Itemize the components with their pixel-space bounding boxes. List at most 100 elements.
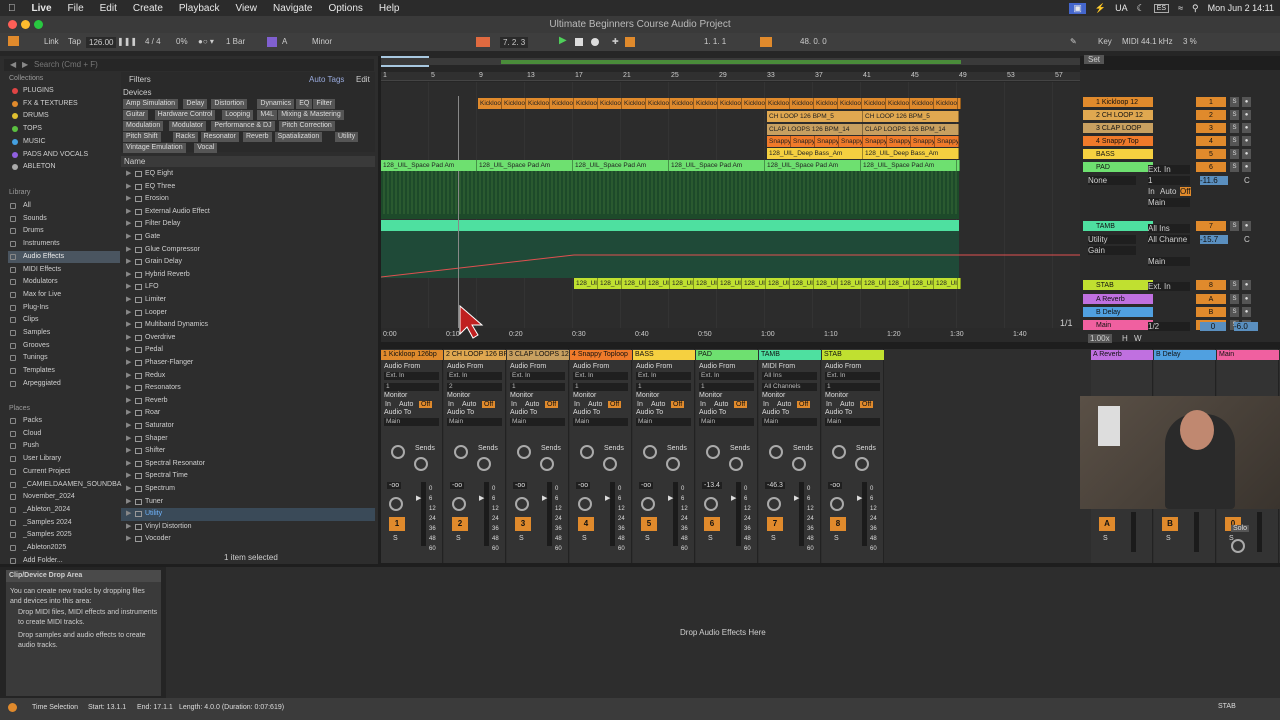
track-activator[interactable]: B — [1196, 307, 1226, 317]
tamb-channel-select[interactable]: All Channe — [1148, 235, 1190, 244]
back-icon[interactable]: ◀ — [10, 60, 16, 69]
places-item[interactable]: Cloud — [8, 428, 120, 440]
bass-clip[interactable]: 128_UIL_Deep Bass_Am — [863, 148, 959, 159]
nudge-icon[interactable]: ❚❚❚ — [117, 37, 137, 46]
pad-clip[interactable]: 128_UIL_Space Pad Am — [669, 160, 765, 171]
send-a-knob[interactable] — [643, 445, 657, 459]
monitor-in-button[interactable]: In — [448, 401, 454, 408]
tag-chip[interactable]: Spatialization — [274, 132, 323, 142]
monitor-off-button[interactable]: Off — [860, 401, 874, 408]
pad-channel-select[interactable]: 1 — [1148, 176, 1190, 185]
collection-item[interactable]: PLUGINS — [8, 85, 120, 97]
fader-handle[interactable]: ▶ — [668, 494, 673, 502]
track-activator[interactable]: A — [1196, 294, 1226, 304]
wifi-icon[interactable]: ≈ — [1178, 3, 1183, 13]
loop-toggle-icon[interactable] — [760, 37, 772, 47]
track-name[interactable]: PAD — [1083, 162, 1153, 172]
menu-help[interactable]: Help — [371, 3, 408, 14]
arm-button[interactable]: ● — [1242, 307, 1251, 317]
monitor-off-button[interactable]: Off — [419, 401, 433, 408]
kickloop-clip[interactable]: Kickloo — [790, 98, 814, 109]
tag-chip[interactable]: Dynamics — [257, 99, 295, 109]
toggle-w-button[interactable]: W — [1134, 334, 1142, 343]
menu-file[interactable]: File — [60, 3, 92, 14]
track-name[interactable]: B Delay — [1083, 307, 1153, 317]
arm-button[interactable]: ● — [1242, 294, 1251, 304]
snappy-clip[interactable]: Snappy Toploo — [863, 136, 887, 147]
library-item[interactable]: Plug-Ins — [8, 302, 120, 314]
solo-button[interactable]: S — [1230, 123, 1239, 133]
input-channel-select[interactable]: 2 — [447, 383, 502, 391]
stab-clip[interactable]: 128_UIL_Stab — [862, 278, 886, 289]
fader-handle[interactable]: ▶ — [731, 494, 736, 502]
monitor-in-button[interactable]: In — [826, 401, 832, 408]
menu-options[interactable]: Options — [320, 3, 370, 14]
send-a-knob[interactable] — [391, 445, 405, 459]
name-column-header[interactable]: Name — [121, 156, 375, 167]
solo-button[interactable]: S — [519, 535, 524, 542]
kickloop-clip[interactable]: Kickloo — [814, 98, 838, 109]
places-item[interactable]: _Ableton_2024 — [8, 504, 120, 516]
stab-clip[interactable]: 128_UIL_Stab — [694, 278, 718, 289]
device-list-item[interactable]: ▶ Saturator — [121, 420, 375, 433]
track-activator-button[interactable]: 2 — [452, 517, 468, 531]
kickloop-clip[interactable]: Kickloo — [694, 98, 718, 109]
input-channel-select[interactable]: 1 — [636, 383, 691, 391]
tamb-param-select[interactable]: Gain — [1088, 246, 1136, 255]
device-list-item[interactable]: ▶ Erosion — [121, 193, 375, 206]
stab-clip[interactable]: 128_UIL_Stab — [670, 278, 694, 289]
link-button[interactable]: Link — [44, 37, 59, 46]
expand-arrow-icon[interactable]: ▶ — [126, 281, 131, 294]
arm-button[interactable]: ● — [1242, 136, 1251, 146]
pan-knob[interactable] — [515, 497, 529, 511]
places-item[interactable]: _CAMIELDAAMEN_SOUNDBA — [8, 479, 121, 491]
overdub-icon[interactable]: ✚ — [612, 37, 619, 46]
time-signature-field[interactable]: 4 / 4 — [145, 37, 161, 46]
main-output-select[interactable]: 1/2 — [1148, 322, 1190, 331]
snappy-clip[interactable]: Snappy Toploo — [935, 136, 959, 147]
track-activator-button[interactable]: 3 — [515, 517, 531, 531]
monitor-in-button[interactable]: In — [574, 401, 580, 408]
track-activator-button[interactable]: 1 — [389, 517, 405, 531]
tag-chip[interactable]: Amp Simulation — [123, 99, 179, 109]
library-item[interactable]: Instruments — [8, 238, 120, 250]
kickloop-clip[interactable]: Kickloo — [670, 98, 694, 109]
device-list-item[interactable]: ▶ Pedal — [121, 344, 375, 357]
places-item[interactable]: Add Folder... — [8, 555, 120, 567]
device-list-item[interactable]: ▶ Limiter — [121, 294, 375, 307]
follow-icon[interactable] — [476, 37, 490, 47]
monitor-in-button[interactable]: In — [700, 401, 706, 408]
expand-arrow-icon[interactable]: ▶ — [126, 458, 131, 471]
device-list-item[interactable]: ▶ Roar — [121, 407, 375, 420]
pan-knob[interactable] — [389, 497, 403, 511]
device-list-item[interactable]: ▶ Spectral Resonator — [121, 458, 375, 471]
stab-clip[interactable]: 128_UIL_Stab — [958, 278, 961, 289]
track-name[interactable]: 2 CH LOOP 12 — [1083, 110, 1153, 120]
kickloop-clip[interactable]: Kickloo — [862, 98, 886, 109]
input-channel-select[interactable]: 1 — [384, 383, 439, 391]
library-item[interactable]: All — [8, 200, 120, 212]
input-type-select[interactable]: Ext. In — [510, 372, 565, 380]
input-channel-select[interactable]: 1 — [573, 383, 628, 391]
track-activator[interactable]: 1 — [1196, 97, 1226, 107]
solo-button[interactable]: S — [1230, 221, 1239, 231]
key-root-select[interactable]: A — [282, 37, 287, 46]
device-list-item[interactable]: ▶ External Audio Effect — [121, 206, 375, 219]
track-activator[interactable]: 6 — [1196, 162, 1226, 172]
device-list-item[interactable]: ▶ Vocoder — [121, 533, 375, 546]
monitor-in-button[interactable]: In — [511, 401, 517, 408]
loop-region[interactable] — [501, 60, 961, 64]
track-name[interactable]: STAB — [1083, 280, 1153, 290]
pan-knob[interactable] — [641, 497, 655, 511]
send-b-knob[interactable] — [855, 457, 869, 471]
expand-arrow-icon[interactable]: ▶ — [126, 370, 131, 383]
output-select[interactable]: Main — [636, 418, 691, 426]
pad-in-button[interactable]: In — [1148, 187, 1155, 196]
strip-title[interactable]: 3 CLAP LOOPS 12 — [507, 350, 569, 360]
library-item[interactable]: Max for Live — [8, 289, 120, 301]
track-header[interactable]: B Delay B S ● — [1080, 307, 1280, 318]
tag-chip[interactable]: Pitch Shift — [123, 132, 161, 142]
apple-icon[interactable]:  — [0, 3, 24, 14]
monitor-auto-button[interactable]: Auto — [588, 401, 602, 408]
kickloop-clip[interactable]: Kickloo — [622, 98, 646, 109]
